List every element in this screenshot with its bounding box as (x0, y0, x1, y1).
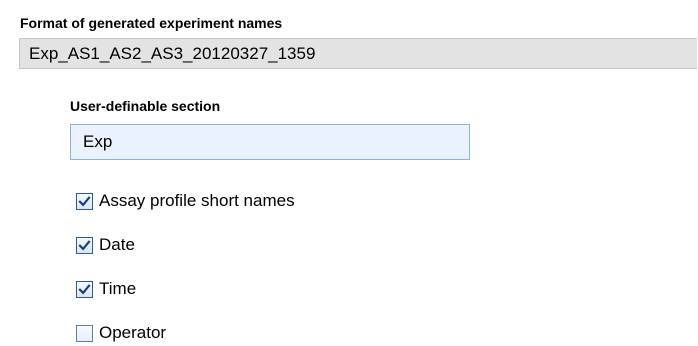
generated-name-field: Exp_AS1_AS2_AS3_20120327_1359 (19, 38, 697, 69)
user-definable-section-input[interactable] (70, 124, 470, 160)
assay-profile-short-names-label: Assay profile short names (99, 191, 295, 210)
operator-label: Operator (99, 323, 167, 342)
operator-option[interactable]: Operator (76, 322, 166, 344)
date-label: Date (99, 235, 135, 254)
assay-profile-short-names-checkbox[interactable] (76, 192, 93, 210)
checkmark-icon (78, 239, 91, 251)
user-definable-section-label: User-definable section (70, 98, 221, 114)
time-label: Time (99, 279, 137, 298)
operator-checkbox[interactable] (76, 324, 93, 342)
checkmark-icon (78, 283, 91, 295)
date-option[interactable]: Date (76, 234, 135, 256)
time-checkbox[interactable] (76, 280, 93, 298)
time-option[interactable]: Time (76, 278, 136, 300)
format-section-title: Format of generated experiment names (20, 15, 283, 31)
assay-profile-short-names-option[interactable]: Assay profile short names (76, 190, 295, 212)
checkmark-icon (78, 195, 91, 207)
date-checkbox[interactable] (76, 236, 93, 254)
